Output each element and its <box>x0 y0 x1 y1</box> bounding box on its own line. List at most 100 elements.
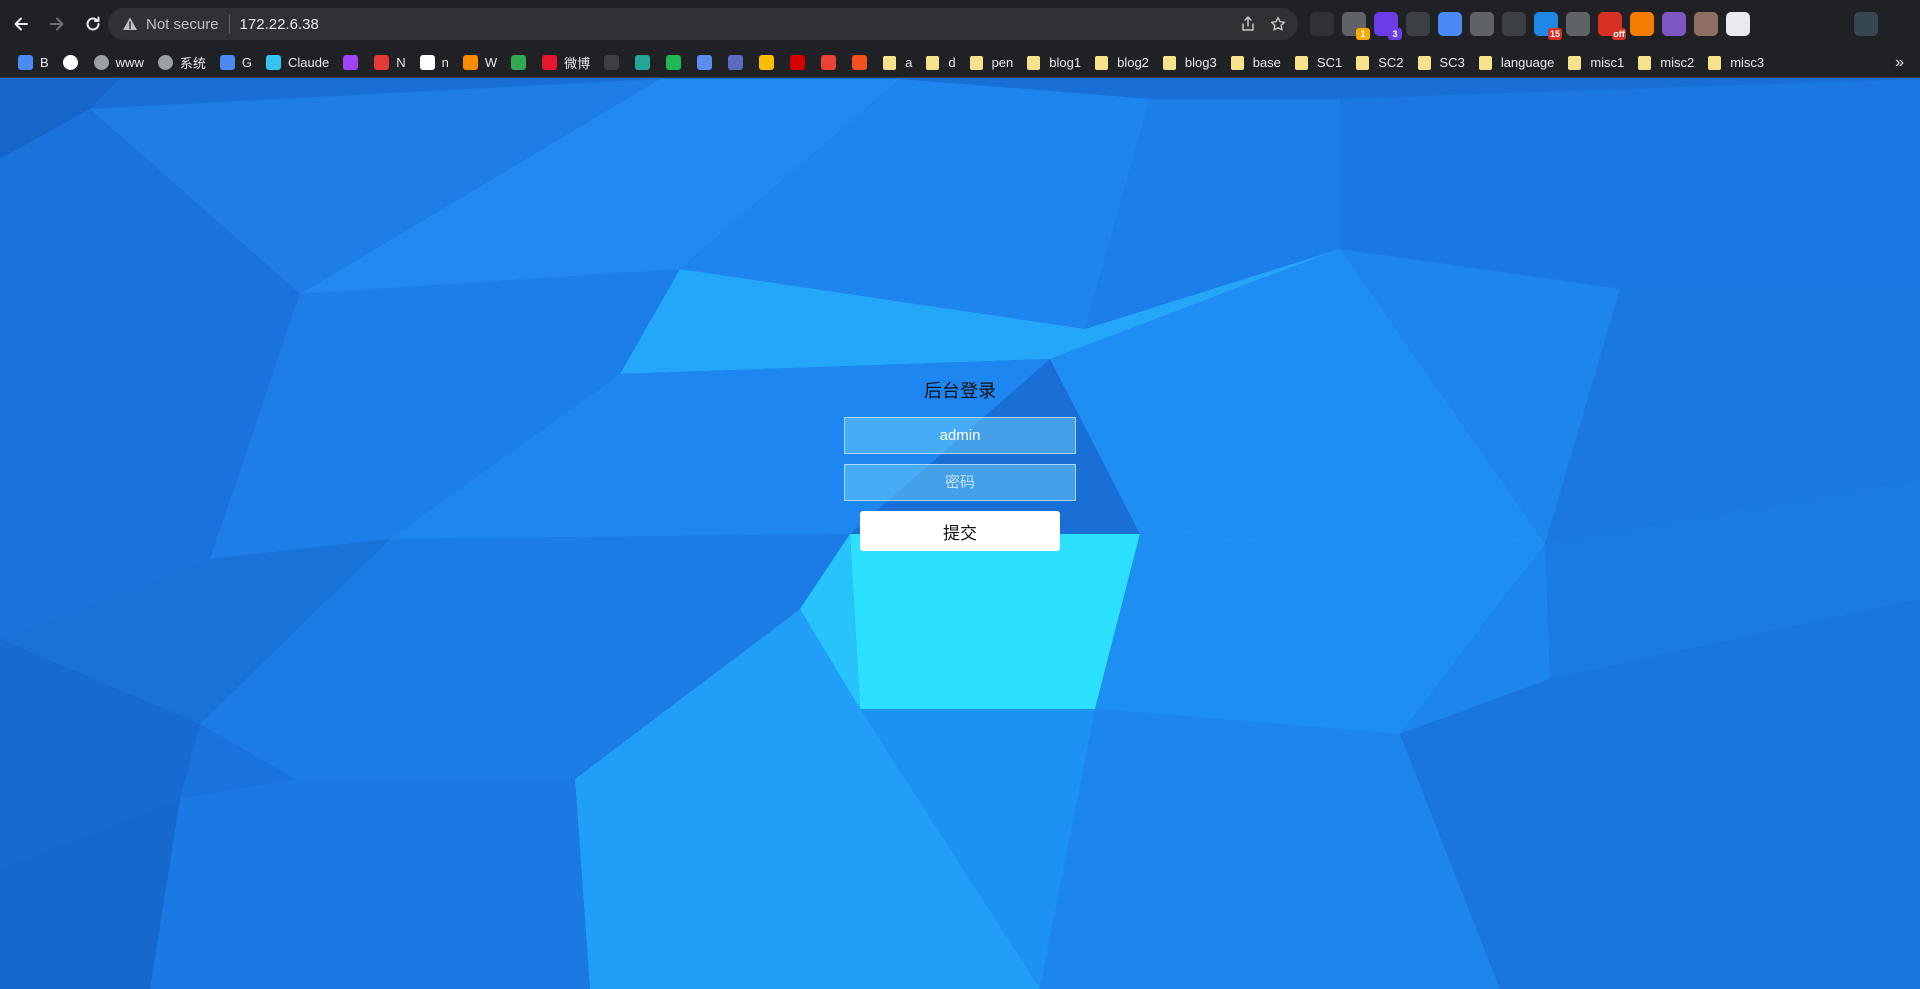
url-text[interactable]: 172.22.6.38 <box>240 16 319 33</box>
bookmark-item[interactable] <box>753 50 782 76</box>
bookmark-item[interactable] <box>846 50 875 76</box>
bookmark-item[interactable] <box>815 50 844 76</box>
bookmark-item[interactable]: G <box>214 50 258 76</box>
folder-icon <box>926 55 940 70</box>
grid-ext-icon[interactable]: 15 <box>1534 12 1562 40</box>
username-input[interactable] <box>844 417 1076 454</box>
bookmark-folder[interactable]: SC2 <box>1350 50 1409 76</box>
eyedropper-icon[interactable] <box>1502 12 1526 36</box>
address-divider <box>228 15 230 33</box>
search-icon <box>18 55 33 70</box>
off-icon[interactable]: off <box>1598 12 1626 40</box>
profile-icon[interactable] <box>1854 12 1878 36</box>
reload-button[interactable] <box>78 9 108 39</box>
bookmark-label: SC2 <box>1378 55 1404 70</box>
github-icon <box>604 55 620 70</box>
hexagon-icon[interactable]: 3 <box>1374 12 1402 40</box>
owl-icon[interactable] <box>1694 12 1718 36</box>
folder-icon <box>1638 55 1652 70</box>
bookmark-item[interactable]: N <box>368 50 411 76</box>
reader-icon[interactable] <box>1726 12 1750 36</box>
bookmark-folder[interactable]: language <box>1473 50 1561 76</box>
forward-button[interactable] <box>42 9 72 39</box>
extension-badge: off <box>1612 28 1626 40</box>
bookmark-label: blog2 <box>1117 55 1149 70</box>
bookmark-label: misc2 <box>1660 55 1695 70</box>
extension-badge: 3 <box>1388 28 1402 40</box>
bookmark-folder[interactable]: blog2 <box>1089 50 1155 76</box>
password-input[interactable] <box>844 464 1076 501</box>
sidepanel-icon[interactable] <box>1822 12 1846 36</box>
bookmark-item[interactable] <box>691 50 720 76</box>
bookmark-folder[interactable]: SC1 <box>1289 50 1348 76</box>
bookmark-item[interactable] <box>660 50 689 76</box>
folder-icon <box>969 55 983 70</box>
bookmark-item[interactable] <box>598 50 627 76</box>
bookmark-item[interactable] <box>629 50 658 76</box>
bookmark-item[interactable]: W <box>457 50 503 76</box>
zip-icon[interactable] <box>1566 12 1590 36</box>
bookmark-folder[interactable]: misc1 <box>1562 50 1630 76</box>
playlist-icon[interactable] <box>1790 12 1814 36</box>
bookmark-item[interactable] <box>784 50 813 76</box>
bookmark-label: n <box>441 55 449 70</box>
bookmark-item[interactable]: 微博 <box>536 50 596 76</box>
bookmark-item[interactable] <box>337 50 366 76</box>
search-ext-icon[interactable]: 1 <box>1342 12 1370 40</box>
folder-icon <box>1294 55 1308 70</box>
bookmark-label: 系统 <box>179 56 206 71</box>
extension-badge: 1 <box>1356 28 1370 40</box>
back-button[interactable] <box>6 9 36 39</box>
bookmark-folder[interactable]: a <box>877 50 918 76</box>
bookmark-folder[interactable]: blog1 <box>1021 50 1087 76</box>
slack-icon <box>265 55 281 70</box>
folder-icon <box>1095 55 1109 70</box>
bookmark-label: blog3 <box>1184 55 1217 70</box>
star-icon[interactable] <box>1270 16 1286 32</box>
bookmark-folder[interactable]: pen <box>964 50 1020 76</box>
bookmark-folder[interactable]: d <box>920 50 961 76</box>
share-icon[interactable] <box>1240 16 1256 32</box>
bird-icon <box>462 55 478 70</box>
bookmark-folder[interactable]: SC3 <box>1412 50 1471 76</box>
red-icon <box>790 55 806 70</box>
bookmark-item[interactable] <box>722 50 751 76</box>
bookmark-item[interactable]: n <box>414 50 455 76</box>
bookmark-folder[interactable]: blog3 <box>1157 50 1223 76</box>
bookmark-folder[interactable]: base <box>1225 50 1287 76</box>
globe-icon <box>157 55 173 70</box>
reload-icon <box>86 16 100 31</box>
bookmark-item[interactable]: Claude <box>260 50 335 76</box>
menu-icon[interactable] <box>1886 12 1910 36</box>
folder-icon <box>1708 55 1722 70</box>
mask-icon[interactable] <box>1310 12 1334 36</box>
circle-ext-icon[interactable] <box>1470 12 1494 36</box>
fox-icon[interactable] <box>1630 12 1654 36</box>
bookmark-item[interactable]: www <box>88 50 150 76</box>
address-bar[interactable]: Not secure 172.22.6.38 <box>108 8 1298 40</box>
bookmark-item[interactable]: B <box>12 50 55 76</box>
bookmark-label: G <box>241 55 252 70</box>
bookmark-folder[interactable]: misc3 <box>1702 50 1770 76</box>
security-status[interactable]: Not secure <box>146 16 219 33</box>
bookmark-label: B <box>40 55 49 70</box>
bookmark-item[interactable] <box>505 50 534 76</box>
copy-icon[interactable] <box>1406 12 1430 36</box>
submit-button[interactable]: 提交 <box>860 511 1060 551</box>
feather-icon[interactable] <box>1662 12 1686 36</box>
refresh-ring-icon <box>635 55 651 70</box>
translate-icon[interactable] <box>1438 12 1462 36</box>
folder-icon <box>1417 55 1431 70</box>
bookmark-item[interactable]: 系统 <box>152 50 212 76</box>
puzzle-icon[interactable] <box>1758 12 1782 36</box>
bookmark-item[interactable] <box>57 50 86 76</box>
diamond-icon <box>511 55 527 70</box>
bookmark-folder[interactable]: misc2 <box>1632 50 1700 76</box>
bookmarks-overflow-icon[interactable]: » <box>1895 48 1904 77</box>
arrow-right-icon <box>50 17 64 31</box>
bookmark-label: SC1 <box>1316 55 1343 70</box>
login-form: 后台登录 提交 <box>843 379 1077 551</box>
p-icon <box>666 55 682 70</box>
bookmark-label: Claude <box>287 55 330 70</box>
bookmark-label: language <box>1500 55 1555 70</box>
